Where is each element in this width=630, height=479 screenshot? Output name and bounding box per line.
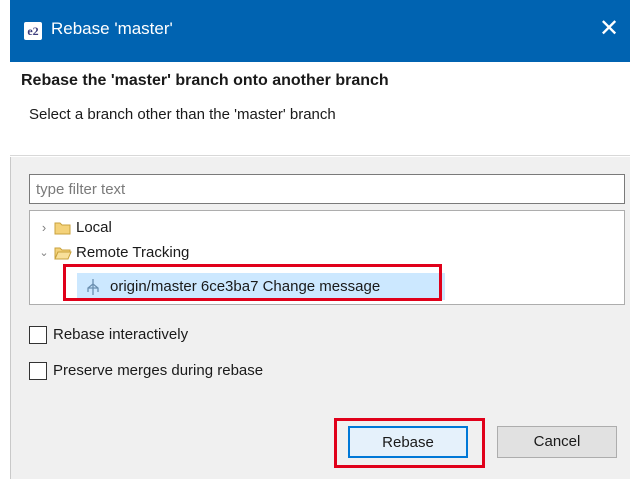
tree-node-remote-tracking[interactable]: ⌄ Remote Tracking bbox=[30, 242, 624, 264]
tree-node-label: Remote Tracking bbox=[76, 244, 190, 261]
tree-node-local[interactable]: › Local bbox=[30, 217, 624, 239]
chevron-down-icon[interactable]: ⌄ bbox=[38, 242, 50, 264]
eclipse-app-icon: e2 bbox=[24, 22, 42, 40]
option-rebase-interactively[interactable]: Rebase interactively bbox=[29, 325, 329, 347]
highlight-box-branch bbox=[63, 264, 442, 301]
cancel-button[interactable]: Cancel bbox=[497, 426, 617, 458]
header-title: Rebase the 'master' branch onto another … bbox=[21, 72, 389, 89]
tree-node-label: Local bbox=[76, 219, 112, 236]
rebase-interactively-checkbox[interactable] bbox=[29, 326, 47, 344]
preserve-merges-label: Preserve merges during rebase bbox=[53, 362, 264, 379]
folder-open-icon bbox=[54, 247, 72, 260]
window-title: Rebase 'master' bbox=[51, 19, 173, 38]
folder-icon bbox=[54, 222, 71, 235]
title-bar[interactable]: e2 Rebase 'master' ✕ bbox=[10, 0, 630, 62]
rebase-dialog: e2 Rebase 'master' ✕ Rebase the 'master'… bbox=[10, 0, 630, 479]
option-preserve-merges[interactable]: Preserve merges during rebase bbox=[29, 361, 329, 383]
chevron-right-icon[interactable]: › bbox=[38, 217, 50, 239]
header-description: Select a branch other than the 'master' … bbox=[29, 106, 336, 123]
preserve-merges-checkbox[interactable] bbox=[29, 362, 47, 380]
dialog-body: › Local ⌄ Remote Tracking Rebase interac… bbox=[10, 157, 630, 479]
highlight-box-rebase-button bbox=[334, 418, 485, 468]
close-button[interactable]: ✕ bbox=[594, 14, 624, 44]
rebase-interactively-label: Rebase interactively bbox=[53, 326, 189, 343]
filter-input[interactable] bbox=[29, 174, 625, 204]
dialog-header: Rebase the 'master' branch onto another … bbox=[10, 62, 630, 156]
